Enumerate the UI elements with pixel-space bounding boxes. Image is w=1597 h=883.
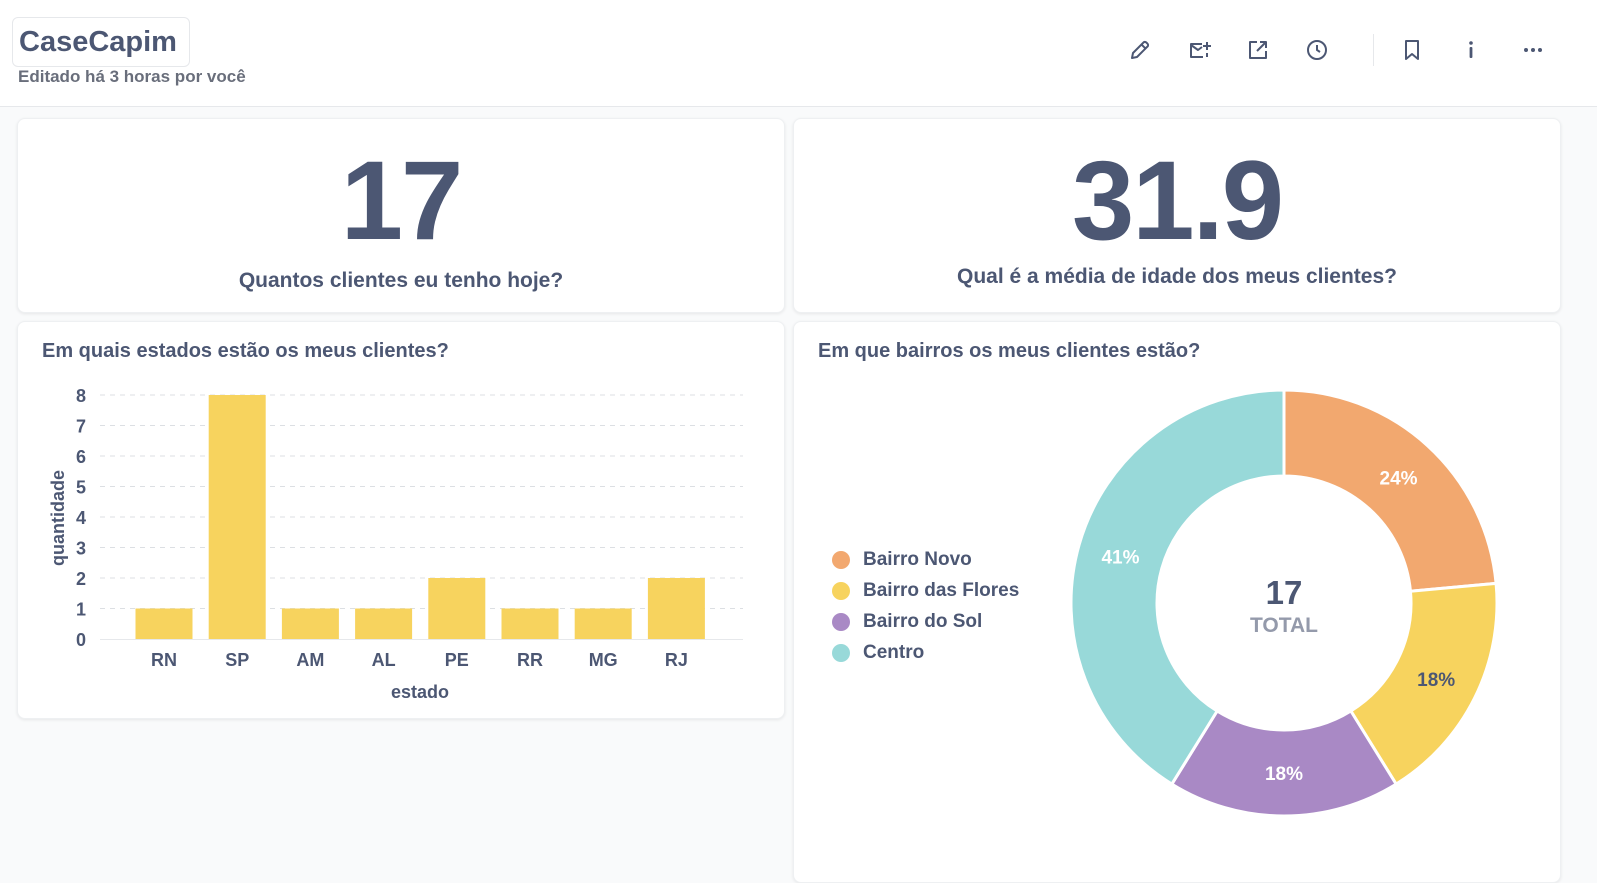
clients-count-card[interactable]: 17 Quantos clientes eu tenho hoje?	[17, 118, 785, 313]
share-button[interactable]	[1238, 30, 1278, 70]
history-icon	[1307, 40, 1327, 60]
bar-sp[interactable]	[208, 395, 266, 639]
y-axis-title: quantidade	[48, 470, 68, 566]
donut-total-value: 17	[1266, 574, 1303, 611]
clients-count-label[interactable]: Quantos clientes eu tenho hoje?	[18, 269, 784, 293]
bar-mg[interactable]	[574, 608, 632, 640]
states-chart-card[interactable]: Em quais estados estão os meus clientes?…	[17, 321, 785, 719]
donut-percent-label: 18%	[1265, 764, 1303, 785]
x-tick-label: RR	[517, 650, 543, 670]
bar-pe[interactable]	[428, 578, 486, 639]
subscription-button[interactable]	[1180, 30, 1220, 70]
subscription-icon	[1190, 42, 1211, 58]
states-bar-chart: 0 1 2 3 4 5 6 7 8 RN SP AM AL PE RR MG RJ estado quantidad…	[48, 386, 743, 702]
average-age-card[interactable]: 31.9 Qual é a média de idade dos meus cl…	[793, 118, 1561, 313]
y-tick-label: 3	[76, 539, 86, 559]
x-tick-label: RJ	[665, 650, 688, 670]
info-button[interactable]	[1451, 30, 1491, 70]
donut-total-label: TOTAL	[1250, 614, 1318, 637]
donut-slice-bairro-novo[interactable]	[1282, 388, 1498, 593]
dashboard-title[interactable]: CaseCapim	[19, 26, 177, 59]
y-tick-label: 8	[76, 386, 86, 406]
neighborhoods-donut-chart: 17 TOTAL 24% 18% 18% 41%	[1069, 388, 1499, 818]
pencil-icon	[1131, 40, 1150, 59]
y-tick-label: 1	[76, 600, 86, 620]
bar-al[interactable]	[355, 608, 413, 640]
more-options-button[interactable]	[1513, 30, 1553, 70]
x-tick-label: AM	[296, 650, 324, 670]
share-icon	[1249, 41, 1267, 59]
donut-percent-label: 18%	[1417, 670, 1455, 691]
dashboard-header: CaseCapim Editado há 3 horas por você	[0, 0, 1597, 107]
history-button[interactable]	[1297, 30, 1337, 70]
dashboard-title-box[interactable]: CaseCapim	[12, 17, 190, 67]
y-tick-label: 4	[76, 508, 86, 528]
bookmark-icon	[1405, 40, 1419, 60]
toolbar-divider	[1373, 34, 1374, 66]
bar-rr[interactable]	[501, 608, 559, 640]
x-tick-label: SP	[225, 650, 249, 670]
y-tick-label: 7	[76, 417, 86, 437]
bookmark-button[interactable]	[1392, 30, 1432, 70]
clients-count-value: 17	[340, 138, 464, 263]
y-tick-label: 5	[76, 478, 86, 498]
x-tick-label: PE	[445, 650, 469, 670]
x-tick-label: RN	[151, 650, 177, 670]
neighborhoods-chart-card[interactable]: Em que bairros os meus clientes estão? B…	[793, 321, 1561, 883]
bar-rn[interactable]	[135, 608, 193, 640]
average-age-value: 31.9	[1072, 138, 1284, 263]
edit-button[interactable]	[1120, 30, 1160, 70]
donut-percent-label: 24%	[1380, 468, 1418, 489]
bar-rj[interactable]	[647, 578, 705, 639]
info-icon	[1469, 41, 1473, 58]
bar-am[interactable]	[281, 608, 339, 640]
x-tick-label: MG	[589, 650, 618, 670]
last-edited-info: Editado há 3 horas por você	[18, 67, 246, 86]
y-tick-label: 6	[76, 447, 86, 467]
y-tick-label: 0	[76, 630, 86, 650]
more-icon	[1524, 48, 1542, 52]
x-tick-label: AL	[372, 650, 396, 670]
donut-percent-label: 41%	[1101, 547, 1139, 568]
x-axis-title: estado	[391, 682, 449, 702]
average-age-label[interactable]: Qual é a média de idade dos meus cliente…	[794, 265, 1560, 289]
y-tick-label: 2	[76, 569, 86, 589]
